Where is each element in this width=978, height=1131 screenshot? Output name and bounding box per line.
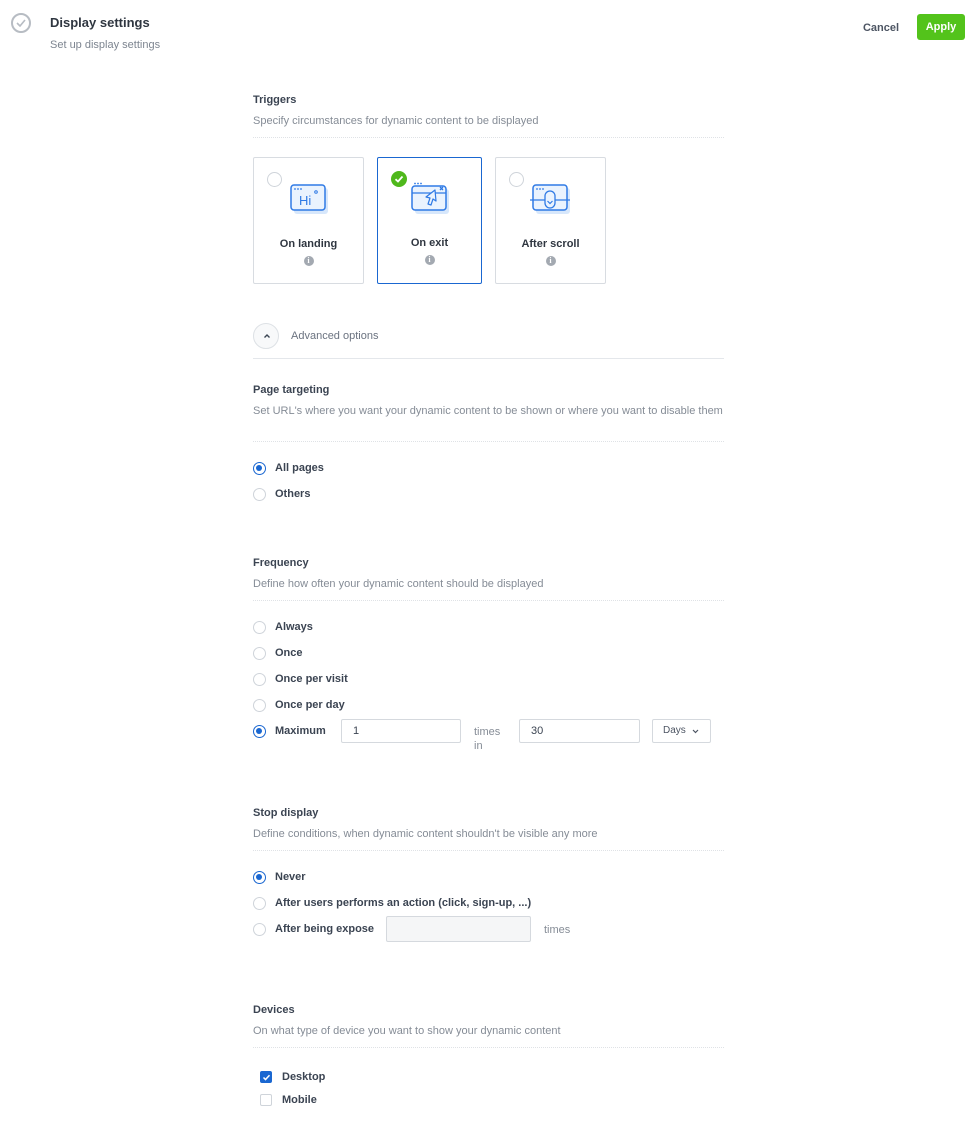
divider <box>253 441 724 442</box>
max-times-input[interactable]: 1 <box>341 719 461 743</box>
devices-description: On what type of device you want to show … <box>253 1025 561 1037</box>
radio-label: Never <box>275 871 306 883</box>
cancel-button[interactable]: Cancel <box>855 16 907 40</box>
trigger-card-on-exit[interactable]: On exit i <box>377 157 482 284</box>
trigger-card-after-scroll[interactable]: After scroll i <box>495 157 606 284</box>
checkbox-desktop[interactable]: Desktop <box>260 1069 325 1085</box>
devices-title: Devices <box>253 1004 295 1016</box>
period-input[interactable]: 30 <box>519 719 640 743</box>
frequency-description: Define how often your dynamic content sh… <box>253 578 544 590</box>
radio-after-being-exposed[interactable]: After being expose <box>253 921 374 937</box>
stop-display-description: Define conditions, when dynamic content … <box>253 828 598 840</box>
radio-once-per-day[interactable]: Once per day <box>253 697 345 713</box>
radio-unchecked[interactable] <box>267 172 282 187</box>
triggers-title: Triggers <box>253 94 297 106</box>
divider <box>253 600 724 601</box>
checkmark-icon <box>262 1074 271 1081</box>
check-circle-icon <box>11 13 31 33</box>
radio-button[interactable] <box>253 922 266 936</box>
radio-unchecked[interactable] <box>509 172 524 187</box>
page-targeting-title: Page targeting <box>253 384 330 396</box>
radio-label: Others <box>275 488 311 500</box>
card-label: On landing <box>279 238 338 250</box>
divider <box>253 137 724 138</box>
stop-display-title: Stop display <box>253 807 319 819</box>
expose-count-input[interactable] <box>386 916 531 942</box>
radio-button[interactable] <box>253 724 266 738</box>
radio-label: After users performs an action (click, s… <box>275 897 532 909</box>
advanced-options-label[interactable]: Advanced options <box>291 330 378 342</box>
radio-label: All pages <box>275 462 324 474</box>
page-title: Display settings <box>50 15 150 30</box>
page-targeting-description: Set URL's where you want your dynamic co… <box>253 405 723 417</box>
checkbox-label: Desktop <box>282 1071 326 1083</box>
triggers-description: Specify circumstances for dynamic conten… <box>253 115 539 127</box>
info-icon[interactable]: i <box>424 255 435 265</box>
radio-maximum[interactable]: Maximum <box>253 723 326 739</box>
radio-button[interactable] <box>253 487 266 501</box>
radio-button[interactable] <box>253 896 266 910</box>
radio-button[interactable] <box>253 698 266 712</box>
radio-button[interactable] <box>253 461 266 475</box>
apply-button[interactable]: Apply <box>917 14 965 40</box>
radio-all-pages[interactable]: All pages <box>253 460 324 476</box>
frequency-title: Frequency <box>253 557 309 569</box>
radio-button[interactable] <box>253 672 266 686</box>
radio-never[interactable]: Never <box>253 869 306 885</box>
times-label: times <box>544 924 571 936</box>
svg-text:Hi: Hi <box>299 193 311 208</box>
radio-label: Always <box>275 621 313 633</box>
divider <box>253 850 724 851</box>
divider <box>253 358 724 359</box>
radio-button[interactable] <box>253 646 266 660</box>
checkbox[interactable] <box>260 1071 272 1083</box>
checkbox-label: Mobile <box>282 1094 317 1106</box>
info-icon[interactable]: i <box>545 256 556 266</box>
radio-label: Once <box>275 647 303 659</box>
info-icon[interactable]: i <box>303 256 314 266</box>
hi-window-icon: Hi <box>288 182 330 216</box>
chevron-down-icon <box>692 729 699 734</box>
scroll-mouse-window-icon <box>529 182 572 216</box>
advanced-options-toggle[interactable] <box>253 323 279 349</box>
period-unit-select[interactable]: Days <box>652 719 711 743</box>
radio-label: Once per visit <box>275 673 348 685</box>
radio-button[interactable] <box>253 620 266 634</box>
checkbox[interactable] <box>260 1094 272 1106</box>
radio-after-action[interactable]: After users performs an action (click, s… <box>253 895 531 911</box>
exit-cursor-window-icon <box>409 182 451 216</box>
checkbox-mobile[interactable]: Mobile <box>260 1092 317 1108</box>
card-label: After scroll <box>521 238 580 250</box>
radio-label: Once per day <box>275 699 345 711</box>
radio-once[interactable]: Once <box>253 645 303 661</box>
card-label: On exit <box>410 237 449 249</box>
radio-button[interactable] <box>253 870 266 884</box>
times-in-label: times in <box>474 726 501 752</box>
chevron-up-icon <box>264 334 270 338</box>
trigger-card-on-landing[interactable]: Hi On landing i <box>253 157 364 284</box>
divider <box>253 1047 724 1048</box>
radio-label: Maximum <box>275 725 326 737</box>
radio-others[interactable]: Others <box>253 486 310 502</box>
select-value: Days <box>663 725 686 736</box>
check-selected-icon[interactable] <box>391 171 407 187</box>
radio-always[interactable]: Always <box>253 619 313 635</box>
radio-once-per-visit[interactable]: Once per visit <box>253 671 348 687</box>
page-subtitle: Set up display settings <box>50 39 161 51</box>
radio-label: After being expose <box>275 923 375 935</box>
